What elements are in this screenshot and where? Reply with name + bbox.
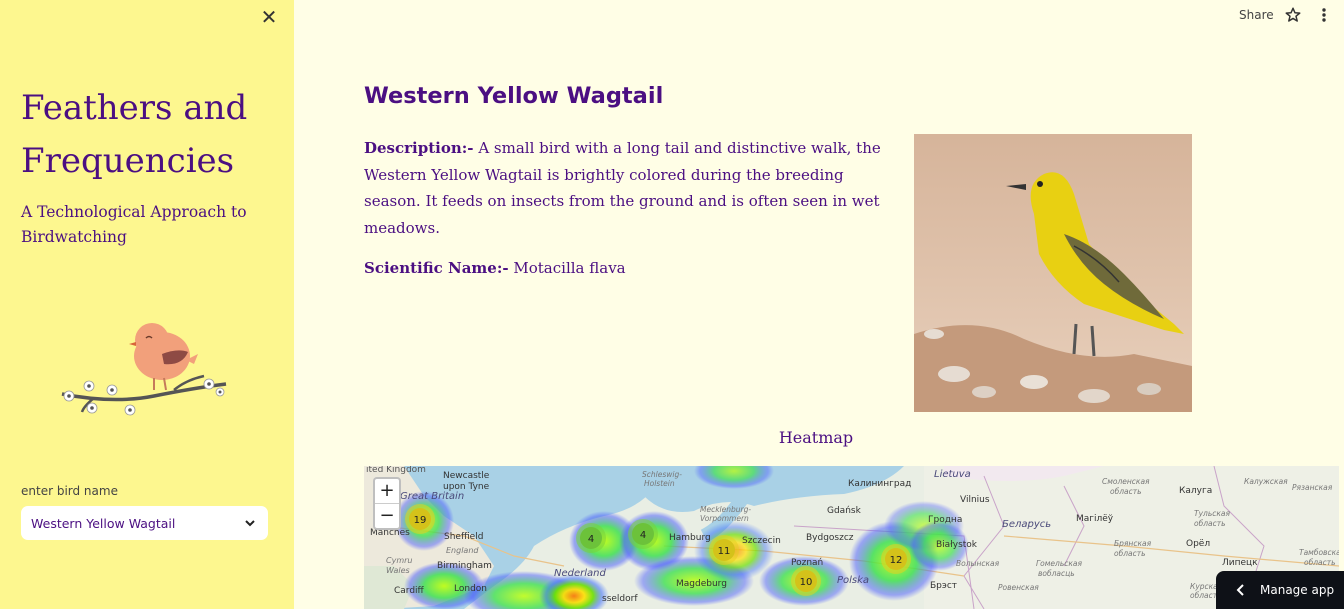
scientific-name-label: Scientific Name:- [364, 259, 509, 277]
map-label-vorpommern: Vorpommern [700, 514, 749, 523]
bird-on-branch-illustration [61, 323, 227, 416]
manage-app-label: Manage app [1260, 583, 1335, 597]
svg-text:11: 11 [718, 546, 731, 557]
map-label-smolensk-oblast: область [1110, 487, 1142, 496]
bird-select-label: enter bird name [21, 484, 118, 498]
map-label-orel: Орёл [1186, 539, 1210, 549]
map-label-gdansk: Gdańsk [827, 506, 862, 516]
map-label-vilnius: Vilnius [960, 495, 990, 505]
svg-text:10: 10 [800, 577, 813, 588]
map-label-great-britain: Great Britain [400, 491, 464, 502]
map-label-polska: Polska [837, 575, 869, 586]
map-cluster-marker[interactable]: 10 [791, 566, 821, 596]
map-canvas[interactable]: ited Kingdom Newcastle upon Tyne Great B… [364, 466, 1339, 609]
map-cluster-marker[interactable]: 12 [881, 544, 911, 574]
description-label: Description:- [364, 139, 474, 157]
svg-text:19: 19 [414, 515, 427, 526]
sidebar: ✕ Feathers and Frequencies A Technologic… [0, 0, 294, 609]
star-icon[interactable] [1284, 6, 1302, 24]
map-label-bryanskaya-oblast: область [1114, 549, 1146, 558]
app-title: Feathers and Frequencies [21, 88, 248, 181]
map-cluster-marker[interactable]: 4 [628, 519, 658, 549]
map-label-cardiff: Cardiff [394, 586, 425, 596]
map-label-united-kingdom: ited Kingdom [366, 466, 426, 475]
map-label-england: England [446, 546, 479, 555]
scientific-name-value: Motacilla flava [513, 259, 626, 277]
map-label-tambovskaya: Тамбовская [1299, 548, 1339, 557]
map-label-bydgoszcz: Bydgoszcz [806, 533, 854, 543]
map-label-lipetsk: Липецк [1222, 558, 1258, 568]
map-label-kaluzhskaya: Калужская [1244, 477, 1288, 486]
map-label-gomelskaya-oblast: вобласць [1038, 569, 1075, 578]
map-label-kaluga: Калуга [1179, 486, 1212, 496]
map-label-tulskaya: Тульская [1194, 509, 1230, 518]
map-label-magdeburg: Magdeburg [676, 579, 727, 589]
map-label-ryazanskaya: Рязанская [1292, 483, 1333, 492]
svg-text:4: 4 [640, 530, 646, 541]
share-button[interactable]: Share [1239, 8, 1274, 22]
map-label-cymru: Cymru [386, 556, 412, 565]
map-label-lietuva: Lietuva [934, 469, 971, 480]
chevron-down-icon [245, 520, 255, 527]
map-label-wales: Wales [386, 566, 410, 575]
heatmap-map[interactable]: ited Kingdom Newcastle upon Tyne Great B… [364, 466, 1339, 609]
bird-select[interactable]: Western Yellow Wagtail [21, 506, 268, 540]
bird-description: Description:- A small bird with a long t… [364, 135, 904, 242]
bird-name-heading: Western Yellow Wagtail [364, 83, 664, 109]
svg-text:4: 4 [588, 534, 594, 545]
map-label-tulskaya-oblast: область [1194, 519, 1226, 528]
more-options-icon[interactable] [1318, 6, 1330, 24]
zoom-in-button[interactable]: + [375, 479, 399, 504]
svg-text:12: 12 [890, 555, 903, 566]
manage-app-button[interactable]: Manage app [1216, 571, 1344, 609]
map-label-london: London [454, 584, 487, 594]
map-label-bryanskaya: Брянская [1114, 539, 1152, 548]
map-label-gomelskaya: Гомельская [1036, 559, 1083, 568]
map-zoom-control: + − [373, 477, 401, 530]
map-label-kaliningrad: Калининград [848, 479, 911, 489]
bird-select-value: Western Yellow Wagtail [31, 515, 176, 531]
map-label-tambovskaya-oblast: область [1304, 558, 1336, 567]
map-label-szczecin: Szczecin [742, 536, 781, 546]
map-label-brest: Брэст [930, 581, 957, 591]
map-label-bialystok: Białystok [936, 540, 978, 550]
chevron-left-icon [1236, 584, 1244, 596]
map-cluster-marker[interactable]: 19 [405, 504, 435, 534]
map-cluster-marker[interactable]: 4 [576, 523, 606, 553]
scientific-name: Scientific Name:- Motacilla flava [364, 255, 904, 281]
map-label-mogilev: Магілёў [1076, 514, 1114, 524]
map-label-volynskaya: Волынская [956, 559, 1000, 568]
map-label-belarus: Беларусь [1002, 519, 1051, 530]
map-label-hamburg: Hamburg [669, 533, 711, 543]
map-label-rovenskaya: Ровенская [998, 583, 1039, 592]
bird-photo [914, 134, 1192, 412]
close-sidebar-icon[interactable]: ✕ [258, 6, 280, 28]
map-cluster-marker[interactable]: 11 [709, 535, 739, 565]
map-label-sheffield: Sheffield [444, 532, 483, 542]
zoom-out-button[interactable]: − [375, 504, 399, 528]
map-label-schleswig: Schleswig- [642, 470, 682, 479]
map-label-holstein: Holstein [644, 479, 675, 488]
heatmap-title: Heatmap [778, 428, 854, 447]
map-label-grodna: Гродна [928, 515, 962, 525]
map-label-newcastle: Newcastle [443, 471, 490, 481]
map-label-nederland: Nederland [554, 568, 606, 579]
map-label-birmingham: Birmingham [437, 561, 492, 571]
app-subtitle: A Technological Approach to Birdwatching [21, 203, 247, 246]
map-label-smolensk: Смоленская [1102, 477, 1150, 486]
map-label-mecklenburg: Mecklenburg- [700, 505, 751, 514]
map-label-dusseldorf: sseldorf [602, 594, 638, 604]
